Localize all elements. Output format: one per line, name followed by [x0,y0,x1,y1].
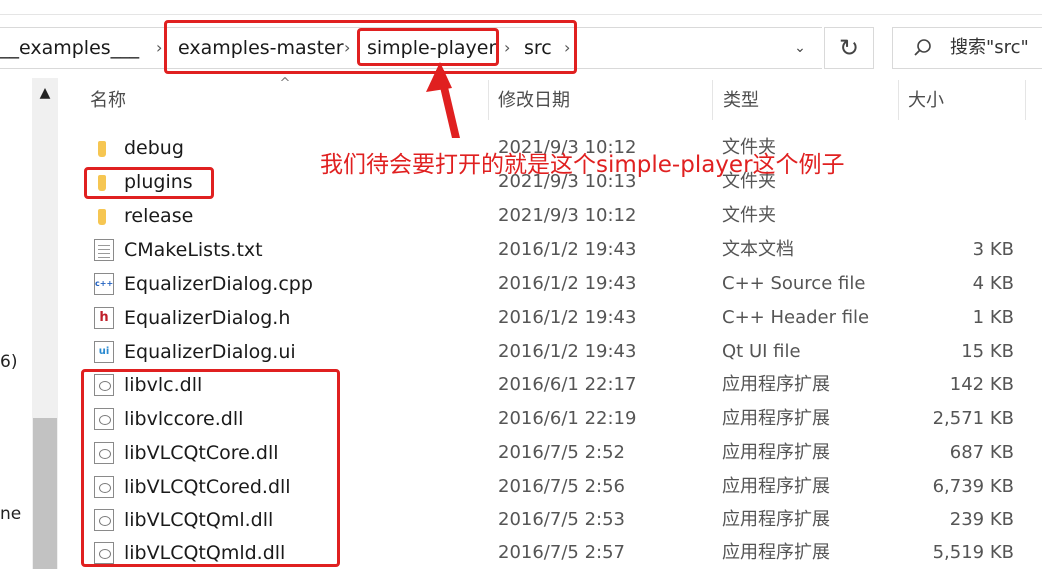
file-size: 3 KB [972,239,1014,260]
breadcrumb-examples[interactable]: __examples___ [0,34,139,62]
file-modified: 2016/7/5 2:53 [498,509,625,530]
column-divider[interactable] [488,80,489,120]
file-type: 应用程序扩展 [722,442,830,463]
file-name: EqualizerDialog.h [124,307,291,329]
file-modified: 2016/7/5 2:57 [498,542,625,563]
text-file-icon [94,239,114,261]
annotation-box-simple-player [357,28,499,66]
column-header-modified[interactable]: 修改日期 [498,88,570,114]
column-divider[interactable] [1025,80,1026,120]
file-type: C++ Source file [722,273,866,294]
file-size: 2,571 KB [932,408,1014,429]
file-size: 5,519 KB [932,542,1014,563]
file-type: 文本文档 [722,239,794,260]
file-row[interactable]: ui EqualizerDialog.ui 2016/1/2 19:43 Qt … [84,335,1024,369]
file-type: 应用程序扩展 [722,476,830,497]
file-type: 文件夹 [722,205,776,226]
file-name: EqualizerDialog.cpp [124,273,313,295]
file-modified: 2016/6/1 22:17 [498,374,637,395]
file-modified: 2016/1/2 19:43 [498,307,637,328]
file-type: C++ Header file [722,307,870,328]
file-size: 142 KB [949,374,1014,395]
file-type: 应用程序扩展 [722,408,830,429]
scroll-up-arrow-icon[interactable]: ▲ [32,78,58,108]
folder-icon [98,209,106,225]
ui-file-icon: ui [94,341,114,363]
column-header-type[interactable]: 类型 [723,88,759,114]
column-divider[interactable] [712,80,713,120]
folder-icon [98,141,106,157]
file-modified: 2016/7/5 2:52 [498,442,625,463]
file-modified: 2016/1/2 19:43 [498,341,637,362]
file-modified: 2016/6/1 22:19 [498,408,637,429]
sort-ascending-icon: ^ [279,76,291,91]
file-modified: 2016/1/2 19:43 [498,239,637,260]
refresh-button[interactable]: ↻ [824,27,874,69]
file-type: 应用程序扩展 [722,509,830,530]
file-row[interactable]: h EqualizerDialog.h 2016/1/2 19:43 C++ H… [84,301,1024,335]
file-size: 687 KB [949,442,1014,463]
file-modified: 2016/7/5 2:56 [498,476,625,497]
file-row[interactable]: CMakeLists.txt 2016/1/2 19:43 文本文档 3 KB [84,233,1024,267]
file-size: 15 KB [961,341,1014,362]
cpp-file-icon: c++ [94,273,114,295]
file-size: 1 KB [972,307,1014,328]
column-header-size[interactable]: 大小 [908,88,944,114]
file-name: EqualizerDialog.ui [124,341,296,363]
refresh-icon: ↻ [838,34,860,62]
file-type: 应用程序扩展 [722,542,830,563]
file-size: 6,739 KB [932,476,1014,497]
chevron-right-icon[interactable]: › [156,34,162,62]
file-modified: 2021/9/3 10:12 [498,205,637,226]
nav-item-fragment[interactable]: 6) [0,351,17,373]
annotation-box-plugins [84,167,214,199]
nav-item-fragment[interactable]: ne [0,503,21,525]
column-header-name[interactable]: 名称 [90,88,126,114]
file-type: 应用程序扩展 [722,374,830,395]
file-modified: 2016/1/2 19:43 [498,273,637,294]
file-row[interactable]: c++ EqualizerDialog.cpp 2016/1/2 19:43 C… [84,267,1024,301]
file-row[interactable]: release 2021/9/3 10:12 文件夹 [84,199,1024,233]
file-name: release [124,205,194,227]
search-placeholder: 搜索"src" [950,37,1029,58]
window-top-edge [0,14,1042,15]
annotation-box-dlls [81,369,340,567]
column-divider[interactable] [898,80,899,120]
file-size: 4 KB [972,273,1014,294]
file-name: debug [124,137,184,159]
file-name: CMakeLists.txt [124,239,263,261]
file-size: 239 KB [949,509,1014,530]
annotation-text: 我们待会要打开的就是这个simple-player这个例子 [320,152,845,178]
file-type: Qt UI file [722,341,801,362]
search-icon [912,34,936,62]
nav-scrollbar-thumb[interactable] [33,418,57,569]
header-file-icon: h [94,307,114,329]
address-history-dropdown-icon[interactable]: ⌄ [786,34,814,62]
